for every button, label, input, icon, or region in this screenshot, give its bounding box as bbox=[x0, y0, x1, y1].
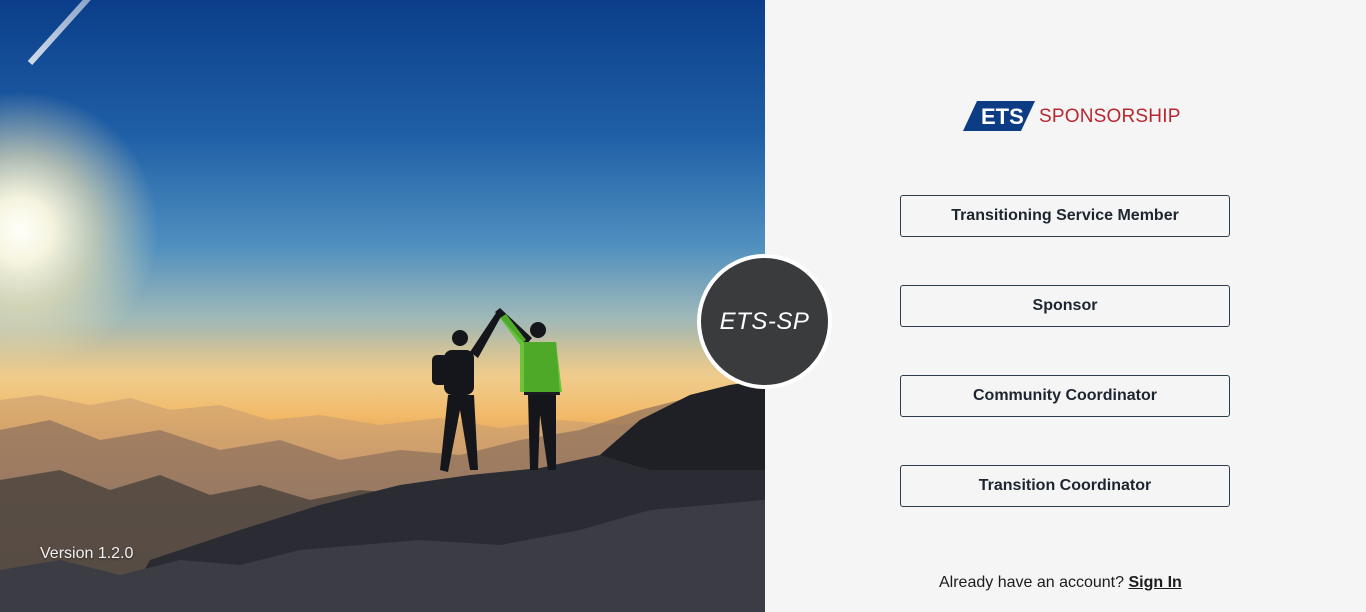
role-button-sponsor[interactable]: Sponsor bbox=[900, 285, 1230, 327]
hero-image: Version 1.2.0 bbox=[0, 0, 765, 612]
role-button-transitioning-service-member[interactable]: Transitioning Service Member bbox=[900, 195, 1230, 237]
ets-sponsorship-logo: ETS SPONSORSHIP bbox=[963, 99, 1180, 133]
role-button-community-coordinator[interactable]: Community Coordinator bbox=[900, 375, 1230, 417]
version-label: Version 1.2.0 bbox=[40, 545, 134, 562]
signin-row: Already have an account? Sign In bbox=[939, 574, 1182, 592]
mountain-landscape-illustration bbox=[0, 308, 765, 612]
ets-logo-mark-icon: ETS bbox=[963, 101, 1035, 131]
svg-text:ETS: ETS bbox=[981, 104, 1024, 129]
role-button-transition-coordinator[interactable]: Transition Coordinator bbox=[900, 465, 1230, 507]
logo-brand-text: SPONSORSHIP bbox=[1039, 106, 1181, 127]
signin-prompt: Already have an account? bbox=[939, 574, 1125, 591]
signin-link[interactable]: Sign In bbox=[1128, 574, 1181, 591]
app-badge: ETS-SP bbox=[697, 254, 832, 389]
role-selection-panel: ETS SPONSORSHIP Transitioning Service Me… bbox=[765, 0, 1366, 612]
